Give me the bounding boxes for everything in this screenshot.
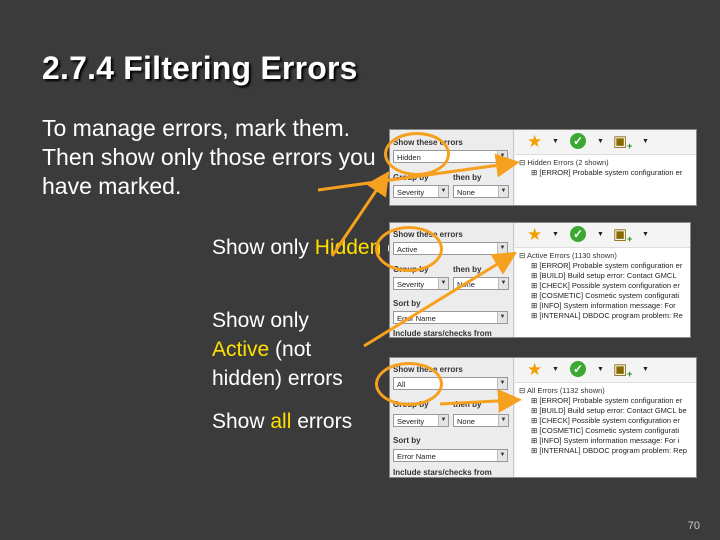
page-number: 70 (687, 520, 700, 532)
arrow-hidden-to-header (317, 153, 520, 192)
arrow-active (363, 251, 518, 348)
arrow-all (439, 388, 522, 413)
callout-arrows (317, 153, 522, 413)
slide: 2.7.4 Filtering Errors To manage errors,… (0, 0, 720, 540)
